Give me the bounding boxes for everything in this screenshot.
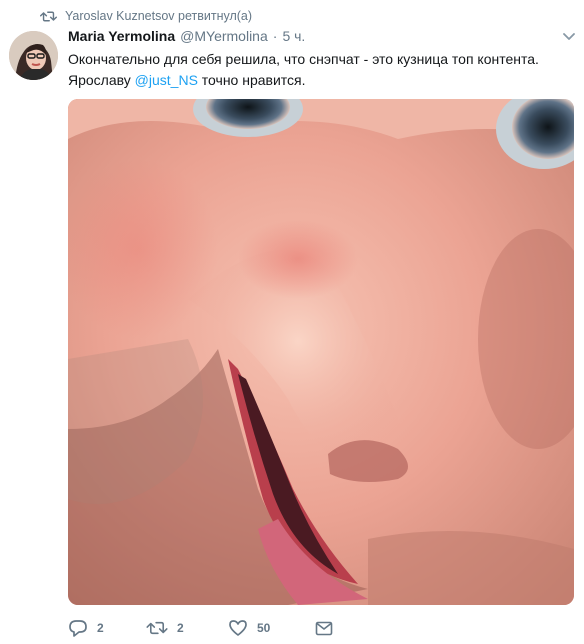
display-name[interactable]: Maria Yermolina: [68, 28, 175, 44]
retweet-count: 2: [177, 621, 184, 635]
retweet-context-text[interactable]: Yaroslav Kuznetsov ретвитнул(а): [65, 7, 252, 25]
retweet-button[interactable]: 2: [146, 620, 228, 636]
reply-count: 2: [97, 621, 104, 635]
tweet-photo[interactable]: [68, 99, 574, 605]
tweet-text-line-2: Ярославу @just_NS точно нравится.: [68, 70, 574, 91]
retweet-icon: [40, 11, 57, 21]
more-options-chevron-icon[interactable]: [562, 30, 576, 44]
tweet-text: Окончательно для себя решила, что снэпча…: [68, 49, 574, 91]
like-count: 50: [257, 621, 271, 635]
tweet-text-after-mention: точно нравится.: [201, 72, 306, 88]
direct-message-button[interactable]: [315, 621, 345, 636]
retweet-context: Yaroslav Kuznetsov ретвитнул(а): [40, 7, 252, 25]
separator-dot: ·: [272, 28, 278, 44]
tweet-header: Maria Yermolina @MYermolina · 5 ч.: [68, 28, 305, 48]
mention-link[interactable]: @just_NS: [135, 72, 198, 88]
username-handle[interactable]: @MYermolina: [180, 28, 268, 44]
reply-icon: [69, 620, 87, 637]
timestamp[interactable]: 5 ч.: [282, 28, 305, 44]
tweet-text-before-mention: Ярославу: [68, 72, 131, 88]
envelope-icon: [315, 621, 333, 635]
avatar[interactable]: [9, 31, 58, 80]
tweet-text-line-1: Окончательно для себя решила, что снэпча…: [68, 51, 539, 67]
tweet-card[interactable]: Yaroslav Kuznetsov ретвитнул(а) Maria Ye…: [0, 0, 584, 644]
reply-button[interactable]: 2: [68, 619, 146, 637]
retweet-icon: [146, 621, 168, 635]
tweet-actions: 2 2 50: [68, 617, 345, 639]
heart-icon: [229, 620, 247, 636]
like-button[interactable]: 50: [228, 619, 315, 637]
